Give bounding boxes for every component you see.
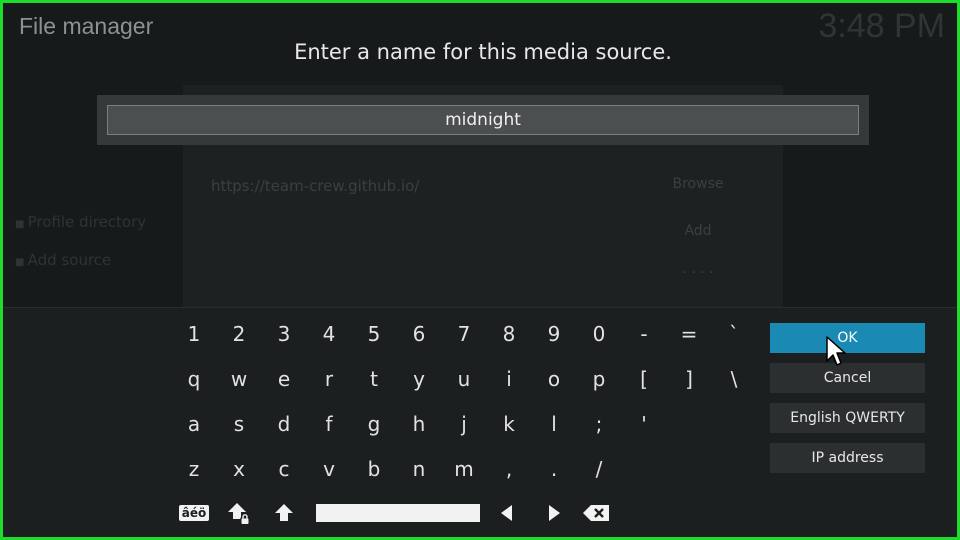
key-2-1[interactable]: q <box>174 364 214 394</box>
key-3-1[interactable]: a <box>174 409 214 439</box>
key-1-9[interactable]: 9 <box>534 319 574 349</box>
arrow-left-icon <box>501 505 512 521</box>
key-1-6[interactable]: 6 <box>399 319 439 349</box>
mouse-pointer-icon <box>826 336 846 366</box>
keyboard-layout-button[interactable]: English QWERTY <box>770 403 925 433</box>
key-2-3[interactable]: e <box>264 364 304 394</box>
cursor-left-key[interactable] <box>489 498 525 528</box>
key-3-3[interactable]: d <box>264 409 304 439</box>
key-4-9[interactable]: . <box>534 454 574 484</box>
more-button-bg: · · · · <box>682 265 714 281</box>
key-2-11[interactable]: [ <box>624 364 664 394</box>
key-4-6[interactable]: n <box>399 454 439 484</box>
key-2-7[interactable]: u <box>444 364 484 394</box>
shift-icon <box>275 504 293 521</box>
key-2-12[interactable]: ] <box>669 364 709 394</box>
key-2-5[interactable]: t <box>354 364 394 394</box>
key-1-1[interactable]: 1 <box>174 319 214 349</box>
key-4-2[interactable]: x <box>219 454 259 484</box>
cursor-right-key[interactable] <box>536 498 572 528</box>
caps-lock-key[interactable] <box>221 498 257 528</box>
key-1-11[interactable]: - <box>624 319 664 349</box>
accent-key-label: âéö <box>178 505 210 521</box>
key-4-8[interactable]: , <box>489 454 529 484</box>
key-3-9[interactable]: l <box>534 409 574 439</box>
key-2-13[interactable]: \ <box>714 364 754 394</box>
key-3-8[interactable]: k <box>489 409 529 439</box>
cancel-button[interactable]: Cancel <box>770 363 925 393</box>
key-4-10[interactable]: / <box>579 454 619 484</box>
sidebar-item-add-source: Add source <box>15 251 112 269</box>
key-1-3[interactable]: 3 <box>264 319 304 349</box>
key-4-5[interactable]: b <box>354 454 394 484</box>
key-2-9[interactable]: o <box>534 364 574 394</box>
key-2-10[interactable]: p <box>579 364 619 394</box>
key-1-2[interactable]: 2 <box>219 319 259 349</box>
key-1-10[interactable]: 0 <box>579 319 619 349</box>
accent-key[interactable]: âéö <box>176 498 212 528</box>
ip-address-button[interactable]: IP address <box>770 443 925 473</box>
arrow-right-icon <box>549 505 560 521</box>
key-1-8[interactable]: 8 <box>489 319 529 349</box>
browse-button-bg: Browse <box>672 176 724 192</box>
key-4-1[interactable]: z <box>174 454 214 484</box>
screen-frame: File manager 3:48 PM https://team-crew.g… <box>0 0 960 540</box>
key-1-13[interactable]: ` <box>714 319 754 349</box>
key-3-2[interactable]: s <box>219 409 259 439</box>
backspace-icon <box>583 505 609 521</box>
ok-button[interactable]: OK <box>770 323 925 353</box>
window-title: File manager <box>19 13 154 39</box>
key-3-11[interactable]: ' <box>624 409 664 439</box>
source-url: https://team-crew.github.io/ <box>211 177 420 195</box>
input-bar: midnight <box>97 95 869 145</box>
key-4-4[interactable]: v <box>309 454 349 484</box>
key-4-7[interactable]: m <box>444 454 484 484</box>
key-3-6[interactable]: h <box>399 409 439 439</box>
source-name-input[interactable]: midnight <box>107 105 859 135</box>
key-3-5[interactable]: g <box>354 409 394 439</box>
caps-lock-icon <box>228 503 250 525</box>
key-1-7[interactable]: 7 <box>444 319 484 349</box>
space-key[interactable] <box>316 504 480 522</box>
sidebar-item-profile: Profile directory <box>15 213 147 231</box>
key-1-12[interactable]: = <box>669 319 709 349</box>
key-2-8[interactable]: i <box>489 364 529 394</box>
shift-key[interactable] <box>266 498 302 528</box>
key-1-5[interactable]: 5 <box>354 319 394 349</box>
key-3-7[interactable]: j <box>444 409 484 439</box>
key-4-3[interactable]: c <box>264 454 304 484</box>
backspace-key[interactable] <box>579 498 615 528</box>
key-2-2[interactable]: w <box>219 364 259 394</box>
add-button-bg: Add <box>684 223 712 239</box>
key-3-10[interactable]: ; <box>579 409 619 439</box>
key-1-4[interactable]: 4 <box>309 319 349 349</box>
key-3-4[interactable]: f <box>309 409 349 439</box>
key-2-4[interactable]: r <box>309 364 349 394</box>
dialog-heading: Enter a name for this media source. <box>294 40 672 64</box>
key-2-6[interactable]: y <box>399 364 439 394</box>
